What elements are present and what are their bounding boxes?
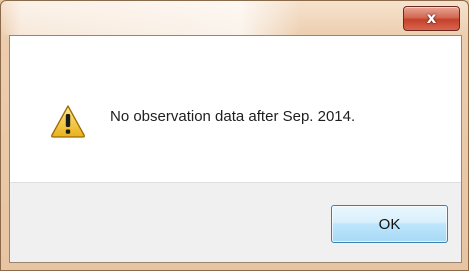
warning-icon: [50, 104, 86, 138]
close-button[interactable]: x: [403, 6, 460, 31]
button-bar: OK: [10, 182, 461, 262]
message-text: No observation data after Sep. 2014.: [110, 108, 356, 125]
dialog-client-area: No observation data after Sep. 2014. OK: [9, 35, 462, 263]
message-panel: No observation data after Sep. 2014.: [10, 36, 461, 182]
close-icon: x: [426, 9, 437, 27]
dialog-window: x No observation data after Sep. 2014. O…: [0, 0, 469, 271]
ok-button[interactable]: OK: [331, 205, 448, 243]
title-bar[interactable]: [1, 1, 468, 35]
